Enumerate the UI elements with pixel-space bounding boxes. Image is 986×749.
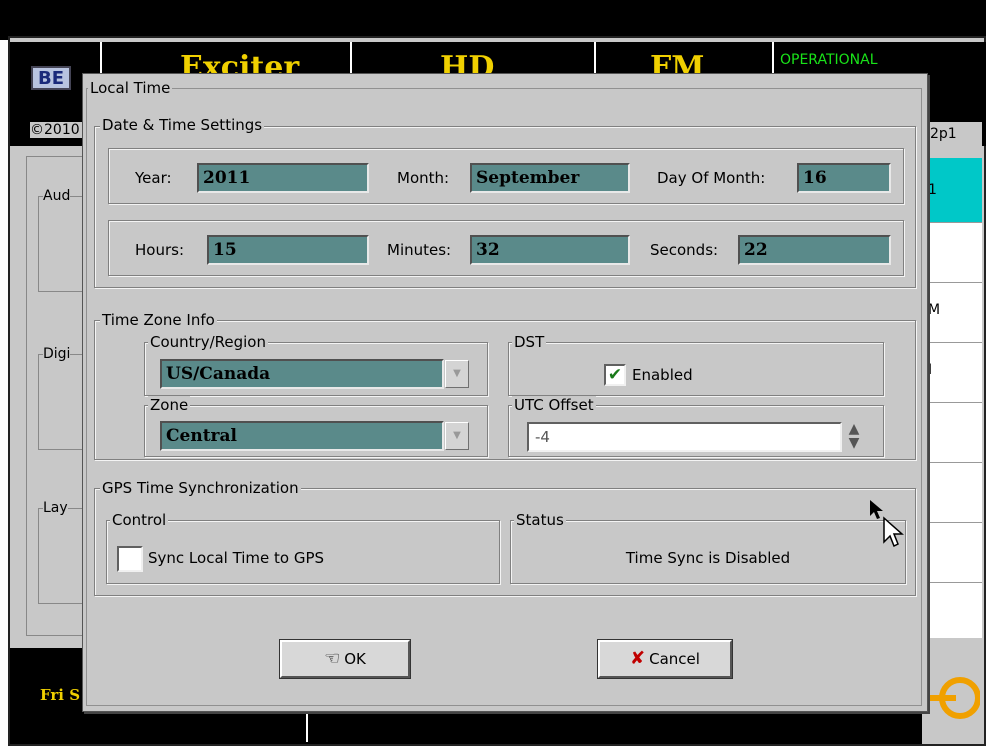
right-list-item[interactable]: 1 [928, 182, 937, 198]
spinner-icon[interactable]: ▲ ▼ [844, 422, 864, 452]
gps-status-label: Status [514, 511, 566, 529]
month-label: Month: [397, 169, 450, 187]
gps-control-label: Control [110, 511, 169, 529]
country-region-label: Country/Region [148, 333, 268, 351]
copyright-text: ©2010 [30, 122, 90, 138]
footer-panel [306, 712, 922, 742]
sync-gps-label[interactable]: Sync Local Time to GPS [148, 549, 324, 567]
right-list-divider [920, 282, 982, 283]
ok-hand-icon: ☜ [324, 648, 341, 669]
utc-offset-input[interactable]: -4 [527, 422, 842, 452]
sync-gps-checkbox[interactable] [117, 546, 143, 572]
right-list-divider [920, 222, 982, 223]
right-list-divider [920, 522, 982, 523]
operational-status: OPERATIONAL [780, 52, 878, 68]
cancel-x-icon: ✘ [630, 648, 646, 669]
right-list-divider [920, 342, 982, 343]
seconds-label: Seconds: [650, 241, 719, 259]
right-list-divider [920, 462, 982, 463]
gps-sync-group-label: GPS Time Synchronization [100, 479, 301, 497]
cancel-button[interactable]: ✘ Cancel [598, 640, 732, 678]
dst-enabled-checkbox[interactable]: ✔ [604, 364, 626, 386]
year-label: Year: [135, 169, 172, 187]
be-logo: BE [31, 66, 71, 90]
chevron-down-icon[interactable]: ▼ [445, 422, 469, 450]
left-group-layout: Lay [38, 500, 88, 604]
month-field[interactable]: September [470, 163, 630, 193]
minutes-field[interactable]: 32 [470, 235, 630, 265]
datetime-group-label: Date & Time Settings [100, 116, 265, 134]
top-bar [0, 0, 986, 40]
country-region-select[interactable]: US/Canada [160, 359, 444, 389]
minutes-label: Minutes: [387, 241, 452, 259]
right-list [920, 158, 982, 638]
dst-label: DST [512, 333, 547, 351]
power-logo-icon [930, 677, 980, 719]
zone-select[interactable]: Central [160, 421, 444, 451]
ok-button[interactable]: ☜ OK [280, 640, 410, 678]
right-list-item[interactable]: I [928, 362, 932, 378]
mouse-cursor-icon [870, 500, 904, 548]
day-of-month-label: Day Of Month: [657, 169, 766, 187]
year-field[interactable]: 2011 [197, 163, 369, 193]
dialog-title: Local Time [88, 79, 173, 97]
right-list-divider [920, 402, 982, 403]
left-group-digital: Digi [38, 346, 88, 450]
timezone-group-label: Time Zone Info [100, 311, 217, 329]
dst-enabled-label[interactable]: Enabled [632, 366, 693, 384]
seconds-field[interactable]: 22 [738, 235, 891, 265]
footer-date: Fri S [40, 686, 81, 704]
hours-label: Hours: [135, 241, 184, 259]
day-of-month-field[interactable]: 16 [797, 163, 891, 193]
right-list-item[interactable]: M [928, 302, 940, 318]
left-group-audio: Aud [38, 188, 88, 292]
checkmark-icon: ✔ [607, 365, 623, 385]
dst-group [508, 342, 884, 396]
right-list-divider [920, 582, 982, 583]
zone-label: Zone [148, 396, 191, 414]
gps-status-text: Time Sync is Disabled [625, 549, 791, 567]
version-text: 2p1 [922, 122, 982, 146]
utc-offset-label: UTC Offset [512, 396, 596, 414]
chevron-down-icon[interactable]: ▼ [445, 360, 469, 388]
hours-field[interactable]: 15 [207, 235, 369, 265]
